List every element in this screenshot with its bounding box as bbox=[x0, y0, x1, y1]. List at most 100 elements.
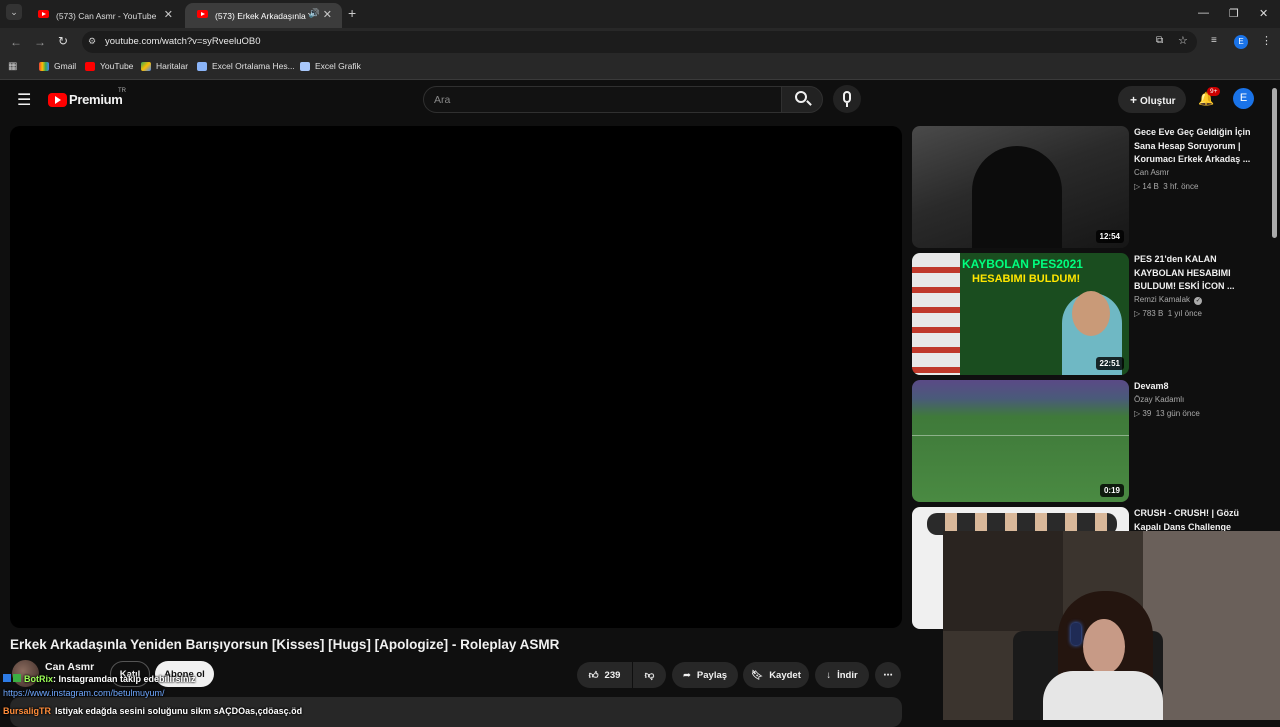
reload-icon[interactable]: ↻ bbox=[58, 34, 68, 48]
close-tab-icon[interactable]: ✕ bbox=[164, 8, 173, 21]
bookmark-gmail[interactable]: Gmail bbox=[39, 61, 76, 71]
thumbnail-headline: KAYBOLAN PES2021 bbox=[962, 257, 1083, 271]
new-tab-button[interactable]: + bbox=[348, 5, 356, 21]
bot-badge-icon bbox=[3, 674, 11, 682]
create-button[interactable]: + Oluştur bbox=[1118, 86, 1186, 113]
gmail-icon bbox=[39, 61, 49, 71]
tab-list-chevron-icon[interactable]: ⌄ bbox=[6, 4, 22, 20]
back-arrow-icon[interactable]: ← bbox=[10, 35, 22, 49]
country-badge: TR bbox=[118, 88, 126, 94]
channel-label: Remzi Kamalak bbox=[1134, 295, 1191, 304]
bookmark-youtube[interactable]: YouTube bbox=[85, 61, 133, 71]
tab-title: (573) Can Asmr - YouTube bbox=[56, 10, 157, 21]
browser-tab-bar: ⌄ (573) Can Asmr - YouTube ✕ (573) Erkek… bbox=[0, 0, 1280, 28]
like-count: 239 bbox=[604, 669, 621, 681]
chat-text: : Instagramdan takip edebilirsiniz bbox=[53, 674, 196, 684]
bookmark-excel-ortalama[interactable]: Excel Ortalama Hes... bbox=[197, 61, 295, 71]
save-button[interactable]: 🔖︎ Kaydet bbox=[743, 662, 809, 688]
video-player[interactable] bbox=[10, 126, 902, 628]
recommended-meta: ▷ 39 13 gün önce bbox=[1134, 409, 1200, 418]
recommended-video[interactable]: KAYBOLAN PES2021 HESABIMI BULDUM! 22:51 … bbox=[912, 253, 1272, 375]
play-triangle-icon bbox=[55, 96, 61, 104]
close-tab-icon[interactable]: ✕ bbox=[323, 8, 332, 21]
page-scrollbar[interactable] bbox=[1272, 88, 1277, 238]
recommended-channel[interactable]: Can Asmr bbox=[1134, 168, 1169, 177]
download-arrow-icon: ↓ bbox=[826, 669, 832, 681]
share-button[interactable]: ➦ Paylaş bbox=[672, 662, 738, 688]
thumbnail-figure bbox=[972, 146, 1062, 248]
verified-badge-icon bbox=[13, 674, 21, 682]
voice-search-button[interactable] bbox=[833, 85, 861, 113]
restore-window-button[interactable]: ❐ bbox=[1229, 7, 1239, 20]
url-text: youtube.com/watch?v=syRveeluOB0 bbox=[105, 36, 261, 47]
search-button[interactable] bbox=[781, 86, 823, 113]
video-thumbnail[interactable]: 0:19 bbox=[912, 380, 1129, 502]
dislike-button[interactable]: 👎︎ bbox=[633, 662, 666, 688]
search-placeholder: Ara bbox=[434, 94, 451, 106]
browser-tab-can-asmr[interactable]: (573) Can Asmr - YouTube ✕ bbox=[26, 3, 183, 28]
thumbs-up-icon: 👍︎ bbox=[588, 670, 599, 681]
browser-menu-icon[interactable]: ⋮ bbox=[1261, 34, 1272, 47]
duration-badge: 0:19 bbox=[1099, 484, 1124, 497]
reading-list-icon[interactable]: ≡ bbox=[1211, 35, 1217, 46]
bookmark-excel-grafik[interactable]: Excel Grafik bbox=[300, 61, 361, 71]
recommended-title[interactable]: Devam8 bbox=[1134, 380, 1252, 394]
recommended-video[interactable]: 12:54 Gece Eve Geç Geldiğin İçin Sana He… bbox=[912, 126, 1272, 248]
account-avatar[interactable]: E bbox=[1233, 88, 1254, 109]
browser-profile-avatar[interactable]: E bbox=[1234, 35, 1248, 49]
upload-age: 13 gün önce bbox=[1155, 409, 1200, 418]
recommended-title[interactable]: PES 21'den KALAN KAYBOLAN HESABIMI BULDU… bbox=[1134, 253, 1252, 294]
apps-grid-icon[interactable]: ▦ bbox=[8, 61, 17, 72]
chat-username: BursaligTR bbox=[3, 706, 52, 716]
install-app-icon[interactable]: ⧉ bbox=[1156, 35, 1163, 46]
webcam-person-shirt bbox=[1043, 671, 1163, 720]
recommended-meta: ▷ 783 B 1 yıl önce bbox=[1134, 309, 1202, 318]
more-dots-icon: ⋯ bbox=[883, 669, 893, 681]
download-button[interactable]: ↓ İndir bbox=[815, 662, 869, 688]
view-count: 39 bbox=[1142, 409, 1152, 418]
page-icon bbox=[300, 61, 310, 71]
duration-badge: 22:51 bbox=[1095, 357, 1124, 370]
recommended-title[interactable]: CRUSH - CRUSH! | Gözü Kapalı Dans Challe… bbox=[1134, 507, 1252, 534]
plus-icon: + bbox=[1130, 93, 1138, 107]
webcam-background-wall bbox=[1143, 531, 1280, 720]
notifications-button[interactable]: 🔔 9+ bbox=[1196, 87, 1221, 109]
browser-toolbar: ← → ↻ ⚙ youtube.com/watch?v=syRveeluOB0 … bbox=[0, 28, 1280, 56]
webcam-shelf bbox=[943, 531, 1063, 631]
address-bar[interactable]: ⚙ youtube.com/watch?v=syRveeluOB0 ⧉ ☆ bbox=[82, 31, 1197, 53]
webcam-overlay bbox=[943, 531, 1280, 720]
bookmark-star-icon[interactable]: ☆ bbox=[1178, 34, 1188, 47]
share-label: Paylaş bbox=[696, 669, 728, 681]
thumbnail-pitch-line bbox=[912, 435, 1129, 436]
audio-playing-icon[interactable]: 🔊 bbox=[309, 8, 320, 19]
forward-arrow-icon[interactable]: → bbox=[34, 35, 46, 49]
channel-name[interactable]: Can Asmr bbox=[45, 661, 94, 673]
recommended-meta: ▷ 14 B 3 hf. önce bbox=[1134, 182, 1198, 191]
bookmark-maps[interactable]: Haritalar bbox=[141, 61, 188, 71]
youtube-favicon-icon bbox=[38, 10, 49, 18]
bookmark-label: Excel Grafik bbox=[315, 61, 361, 71]
microphone-stand-icon bbox=[846, 103, 848, 107]
recommended-channel[interactable]: Remzi Kamalak ✓ bbox=[1134, 295, 1203, 305]
bookmark-label: Haritalar bbox=[156, 61, 189, 71]
logo-text: Premium bbox=[69, 92, 123, 107]
chat-link[interactable]: https://www.instagram.com/betulmuyum/ bbox=[3, 688, 165, 698]
like-button[interactable]: 👍︎ 239 bbox=[577, 662, 632, 688]
video-thumbnail[interactable]: 12:54 bbox=[912, 126, 1129, 248]
recommended-video[interactable]: 0:19 Devam8 Özay Kadamlı ▷ 39 13 gün önc… bbox=[912, 380, 1272, 502]
more-actions-button[interactable]: ⋯ bbox=[875, 662, 901, 688]
upload-age: 3 hf. önce bbox=[1163, 182, 1199, 191]
download-label: İndir bbox=[837, 669, 858, 681]
search-input[interactable]: Ara bbox=[423, 86, 782, 113]
webcam-person-face bbox=[1083, 619, 1125, 674]
recommended-channel[interactable]: Özay Kadamlı bbox=[1134, 395, 1184, 404]
recommended-title[interactable]: Gece Eve Geç Geldiğin İçin Sana Hesap So… bbox=[1134, 126, 1252, 167]
close-window-button[interactable]: ✕ bbox=[1259, 7, 1268, 20]
chat-text: Istiyak edağda sesini soluğunu sikm sAÇD… bbox=[55, 706, 303, 716]
browser-tab-active[interactable]: (573) Erkek Arkadaşınla Yeni 🔊 ✕ bbox=[185, 3, 342, 28]
hamburger-menu-icon[interactable]: ☰ bbox=[17, 90, 31, 110]
video-thumbnail[interactable]: KAYBOLAN PES2021 HESABIMI BULDUM! 22:51 bbox=[912, 253, 1129, 375]
video-title: Erkek Arkadaşınla Yeniden Barışıyorsun [… bbox=[10, 637, 560, 652]
minimize-window-button[interactable]: — bbox=[1198, 7, 1209, 19]
site-info-icon[interactable]: ⚙ bbox=[88, 36, 96, 47]
